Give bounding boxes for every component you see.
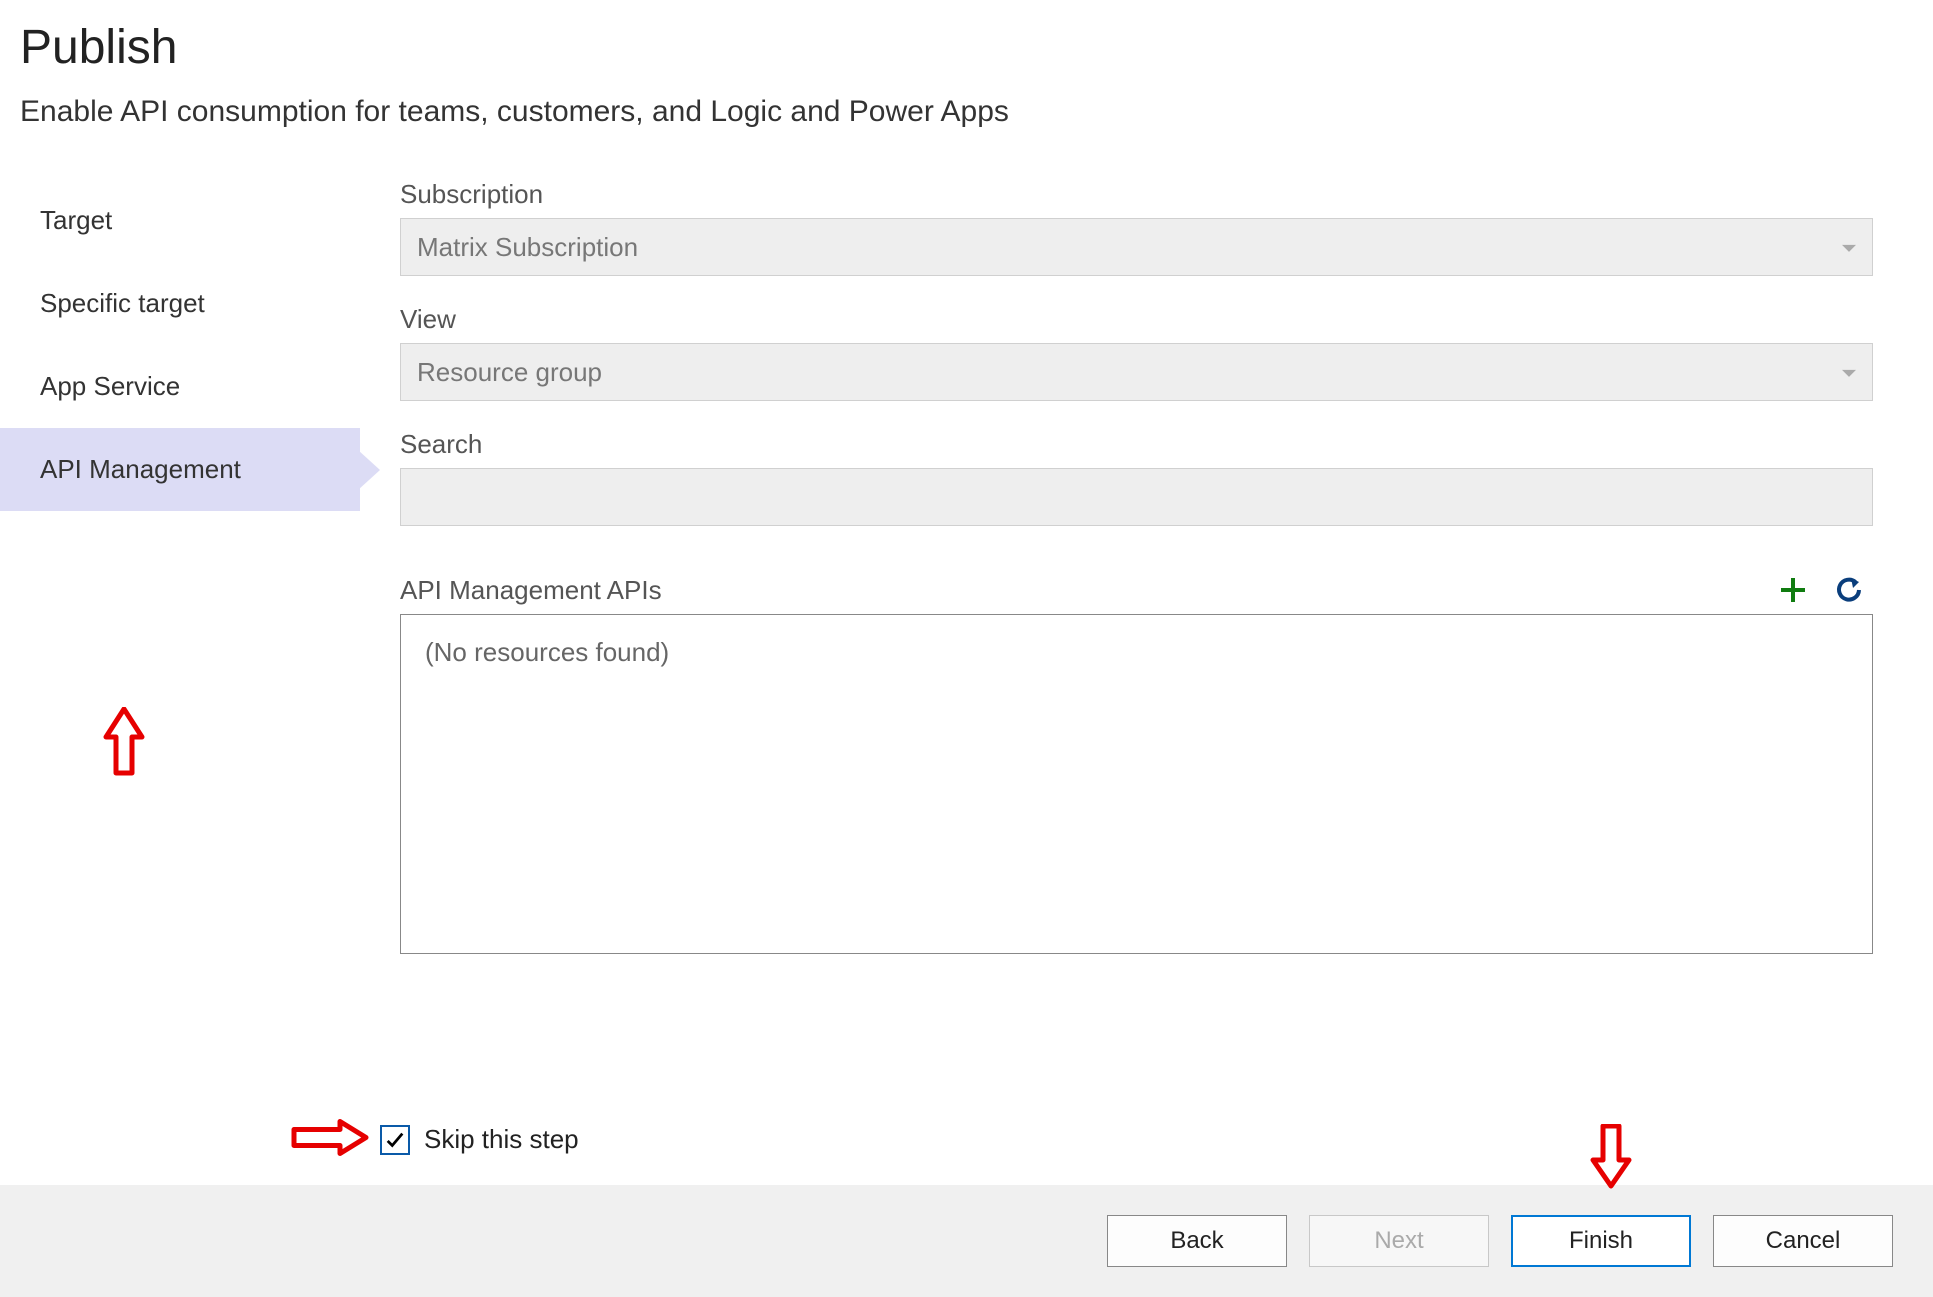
footer: Back Next Finish Cancel	[0, 1185, 1933, 1297]
field-view: View Resource group	[400, 304, 1873, 401]
page-subtitle: Enable API consumption for teams, custom…	[20, 95, 1913, 129]
step-target[interactable]: Target	[0, 179, 360, 262]
apis-header: API Management APIs	[400, 574, 1873, 606]
finish-button[interactable]: Finish	[1511, 1215, 1691, 1267]
check-icon	[384, 1129, 406, 1151]
view-value: Resource group	[417, 357, 602, 388]
field-subscription: Subscription Matrix Subscription	[400, 179, 1873, 276]
apis-empty-text: (No resources found)	[425, 637, 669, 667]
view-label: View	[400, 304, 1873, 335]
refresh-button[interactable]	[1833, 574, 1865, 606]
view-select[interactable]: Resource group	[400, 343, 1873, 401]
main-form: Subscription Matrix Subscription View Re…	[360, 179, 1913, 1094]
step-app-service[interactable]: App Service	[0, 345, 360, 428]
plus-icon	[1778, 575, 1808, 605]
apis-list[interactable]: (No resources found)	[400, 614, 1873, 954]
field-search: Search	[400, 429, 1873, 526]
skip-row: Skip this step	[0, 1094, 1933, 1185]
subscription-select[interactable]: Matrix Subscription	[400, 218, 1873, 276]
body: Target Specific target App Service API M…	[0, 139, 1933, 1094]
step-api-management[interactable]: API Management	[0, 428, 360, 511]
subscription-label: Subscription	[400, 179, 1873, 210]
skip-label: Skip this step	[424, 1124, 579, 1155]
wizard-steps-sidebar: Target Specific target App Service API M…	[0, 179, 360, 1094]
cancel-button[interactable]: Cancel	[1713, 1215, 1893, 1267]
step-specific-target[interactable]: Specific target	[0, 262, 360, 345]
apis-actions	[1777, 574, 1873, 606]
apis-label: API Management APIs	[400, 575, 662, 606]
header: Publish Enable API consumption for teams…	[0, 0, 1933, 139]
add-api-button[interactable]	[1777, 574, 1809, 606]
search-label: Search	[400, 429, 1873, 460]
chevron-down-icon	[1842, 370, 1856, 377]
search-input[interactable]	[400, 468, 1873, 526]
chevron-down-icon	[1842, 245, 1856, 252]
next-button: Next	[1309, 1215, 1489, 1267]
subscription-value: Matrix Subscription	[417, 232, 638, 263]
refresh-icon	[1834, 575, 1864, 605]
annotation-arrow-right	[290, 1117, 370, 1162]
back-button[interactable]: Back	[1107, 1215, 1287, 1267]
page-title: Publish	[20, 20, 1913, 75]
skip-checkbox[interactable]	[380, 1125, 410, 1155]
